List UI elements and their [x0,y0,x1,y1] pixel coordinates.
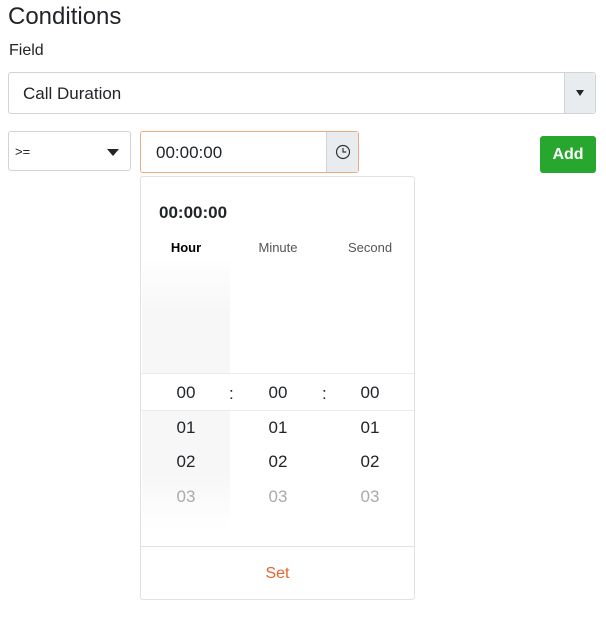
clock-icon [335,144,351,160]
second-option[interactable]: 02 [325,452,415,472]
picker-current-time: 00:00:00 [159,203,228,222]
field-label: Field [9,42,44,59]
minute-column-label[interactable]: Minute [233,240,323,255]
hour-column-label[interactable]: Hour [141,240,231,255]
hour-option[interactable]: 03 [141,487,231,507]
field-select-toggle[interactable] [564,73,595,113]
second-column-label[interactable]: Second [325,240,415,255]
time-input[interactable]: 00:00:00 [140,131,359,173]
field-select[interactable]: Call Duration [8,72,596,114]
operator-select-value: >= [15,144,31,159]
hour-option[interactable]: 01 [141,418,231,438]
time-picker-popup: 00:00:00 Hour Minute Second 00 : 00 : 00… [140,176,415,600]
minute-option[interactable]: 03 [233,487,323,507]
time-picker-toggle[interactable] [326,132,358,172]
field-select-value: Call Duration [23,84,122,103]
page-title: Conditions [8,3,122,30]
minute-option[interactable]: 01 [233,418,323,438]
second-option[interactable]: 01 [325,418,415,438]
picker-footer: Set [141,546,414,600]
second-option[interactable]: 03 [325,487,415,507]
set-button[interactable]: Set [141,547,414,600]
minute-option[interactable]: 02 [233,452,323,472]
add-button[interactable]: Add [540,136,596,173]
hour-option-selected[interactable]: 00 [141,383,231,403]
minute-option-selected[interactable]: 00 [233,383,323,403]
hour-option[interactable]: 02 [141,452,231,472]
caret-down-icon [576,90,584,96]
operator-select[interactable]: >= [8,131,131,171]
caret-down-icon [107,149,119,156]
time-input-value: 00:00:00 [156,143,223,162]
second-option-selected[interactable]: 00 [325,383,415,403]
